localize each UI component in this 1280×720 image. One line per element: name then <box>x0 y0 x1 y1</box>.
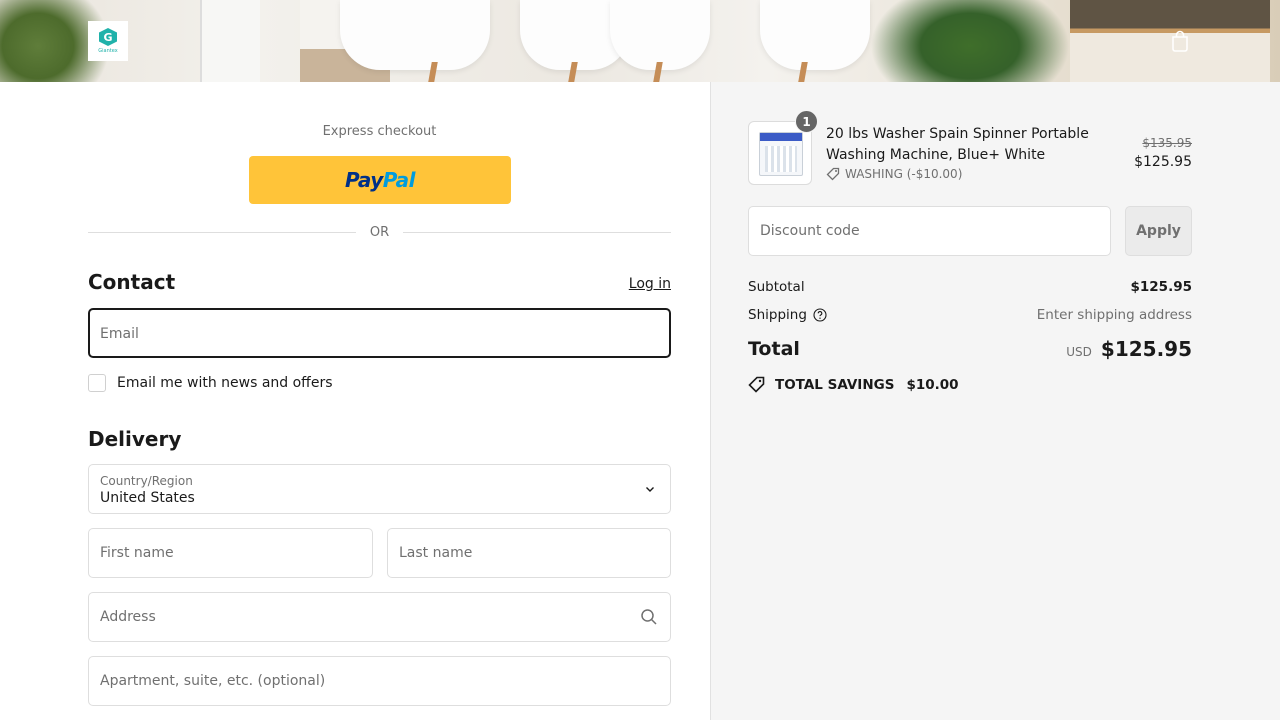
washer-lid <box>760 133 802 141</box>
banner-cabinet <box>200 0 260 82</box>
first-name-field[interactable]: First name <box>88 528 373 578</box>
washer-image <box>759 132 803 176</box>
login-link[interactable]: Log in <box>629 276 671 292</box>
address-field[interactable]: Address <box>88 592 671 642</box>
or-divider: OR <box>88 222 672 242</box>
currency-code: USD <box>1066 345 1092 359</box>
contact-title: Contact <box>88 270 176 294</box>
cart-button[interactable] <box>1168 28 1192 54</box>
country-select[interactable]: Country/Region United States <box>88 464 671 514</box>
banner-chair <box>610 0 710 70</box>
last-name-field[interactable]: Last name <box>387 528 671 578</box>
logo-mark-icon: G <box>99 28 117 46</box>
quantity-badge: 1 <box>795 110 818 133</box>
newsletter-label: Email me with news and offers <box>117 375 333 391</box>
logo-text: Giantex <box>98 48 118 54</box>
banner-chair <box>340 0 490 70</box>
paypal-button[interactable]: PayPal <box>249 156 511 204</box>
store-logo[interactable]: G Giantex <box>88 21 128 61</box>
shipping-label: Shipping <box>748 307 807 323</box>
total-savings: TOTAL SAVINGS $10.00 <box>748 376 959 393</box>
email-field[interactable]: Email <box>88 308 671 358</box>
country-label: Country/Region <box>100 474 193 488</box>
email-placeholder: Email <box>100 326 139 342</box>
tag-icon <box>826 167 840 181</box>
banner-plant-right <box>870 0 1070 82</box>
country-value: United States <box>100 490 195 506</box>
apply-discount-button[interactable]: Apply <box>1125 206 1192 256</box>
savings-value: $10.00 <box>906 376 959 393</box>
last-name-placeholder: Last name <box>399 545 473 561</box>
price-final: $125.95 <box>1134 154 1192 170</box>
tag-icon <box>748 376 765 393</box>
product-discount: WASHING (-$10.00) <box>826 167 962 181</box>
paypal-logo-pal: Pal <box>382 168 416 192</box>
total-row: Total USD $125.95 <box>748 337 1192 361</box>
product-discount-label: WASHING (-$10.00) <box>845 167 963 181</box>
search-icon <box>641 609 657 625</box>
price-original: $135.95 <box>1142 136 1192 150</box>
or-text: OR <box>369 224 390 240</box>
banner-chair <box>760 0 870 70</box>
logo-letter: G <box>103 30 113 44</box>
savings-label: TOTAL SAVINGS <box>775 376 895 393</box>
shipping-row: Shipping Enter shipping address <box>748 307 1192 323</box>
discount-code-placeholder: Discount code <box>760 223 860 239</box>
total-label: Total <box>748 338 800 360</box>
delivery-title: Delivery <box>88 427 182 451</box>
shopping-bag-icon <box>1172 30 1188 52</box>
subtotal-value: $125.95 <box>1130 279 1193 295</box>
paypal-logo: PayPal <box>344 168 416 192</box>
divider-line <box>403 231 672 233</box>
shipping-value: Enter shipping address <box>1036 307 1192 323</box>
newsletter-option[interactable]: Email me with news and offers <box>88 374 333 392</box>
chevron-down-icon <box>646 487 654 492</box>
newsletter-checkbox[interactable] <box>88 374 106 392</box>
help-circle-icon[interactable] <box>813 308 827 322</box>
total-amount: USD $125.95 <box>1066 337 1192 361</box>
total-value: $125.95 <box>1100 337 1192 361</box>
divider-line <box>88 231 356 233</box>
first-name-placeholder: First name <box>100 545 174 561</box>
paypal-logo-pay: Pay <box>344 168 383 192</box>
subtotal-row: Subtotal $125.95 <box>748 279 1192 295</box>
address-placeholder: Address <box>100 609 156 625</box>
washer-body <box>765 146 797 172</box>
apartment-field[interactable]: Apartment, suite, etc. (optional) <box>88 656 671 706</box>
apartment-placeholder: Apartment, suite, etc. (optional) <box>100 673 326 689</box>
shipping-label-group: Shipping <box>748 307 827 323</box>
header-banner: G Giantex <box>0 0 1280 82</box>
product-name: 20 lbs Washer Spain Spinner Portable Was… <box>826 126 1089 163</box>
subtotal-label: Subtotal <box>748 279 805 295</box>
express-checkout-label: Express checkout <box>322 124 437 139</box>
discount-code-input[interactable]: Discount code <box>748 206 1111 256</box>
